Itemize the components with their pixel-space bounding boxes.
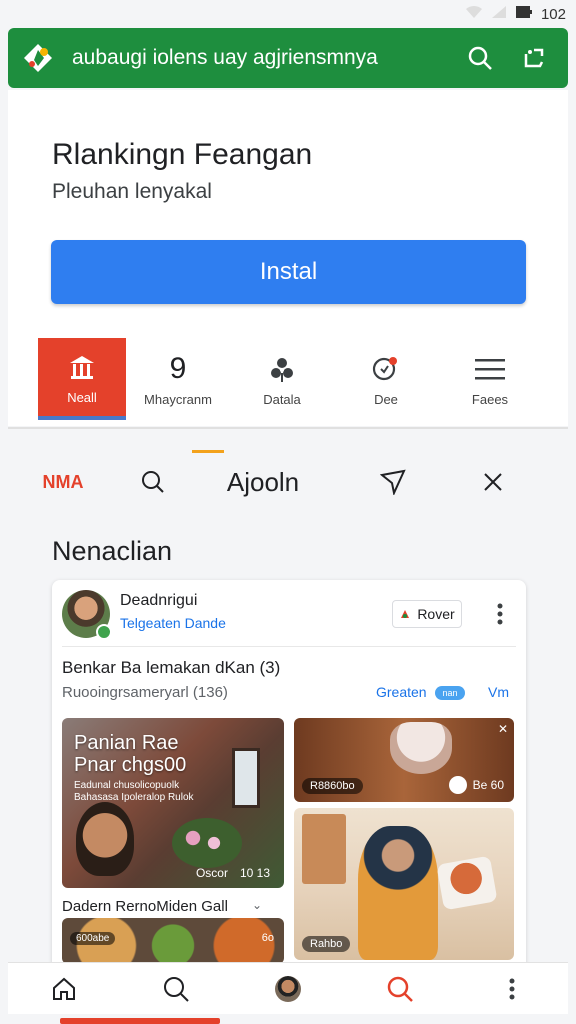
wifi-icon (465, 5, 483, 23)
shortcut-faees[interactable]: Faees (438, 338, 542, 420)
bottom-strip (60, 1018, 220, 1024)
page-subtitle: Pleuhan lenyakal (52, 180, 212, 203)
status-bar: 102 (0, 0, 576, 28)
section-title: Nenaclian (52, 536, 173, 566)
image-overlay-title: Panian Rae Pnar chgs00 (74, 732, 187, 776)
post-more-link[interactable]: Vm (488, 684, 509, 700)
image-pill: 600abe (70, 932, 116, 945)
image-footer: Oscor 10 13 (195, 866, 270, 880)
person-face (76, 802, 134, 876)
hero-panel: Rlankingn Feangan Pleuhan lenyakal Insta… (8, 90, 568, 426)
status-time: 102 (540, 5, 566, 23)
search-icon (164, 976, 189, 1002)
home-icon (53, 977, 75, 1000)
post-subtitle: Ruooingrsameryarl (136) (62, 684, 228, 701)
install-button[interactable]: Instal (51, 240, 526, 304)
share-button[interactable] (512, 36, 556, 80)
window-shape (232, 748, 260, 808)
image-counter: 6o (261, 932, 274, 944)
store-icon (68, 350, 96, 384)
chat-bubble-icon (371, 352, 401, 386)
more-vertical-icon (497, 603, 503, 625)
tab-close[interactable] (448, 450, 538, 514)
image-counter: Be 60 (448, 776, 504, 794)
nav-home[interactable] (34, 965, 94, 1013)
search-button[interactable] (458, 36, 502, 80)
shortcut-neall[interactable]: Neall (38, 338, 126, 420)
post-image-house[interactable]: Panian Rae Pnar chgs00 Eadunal chusolico… (62, 718, 284, 888)
verified-badge-icon (96, 624, 112, 640)
image-pill: Rahbo (302, 936, 351, 952)
flowers-shape (172, 818, 242, 868)
tab-search[interactable] (118, 450, 188, 514)
image-overlay-text: Eadunal chusolicopuolk Bahasasa Ipoleral… (74, 780, 194, 803)
image-pill: R8860bo (302, 778, 363, 794)
nav-more[interactable] (482, 965, 542, 1013)
close-icon (484, 473, 502, 491)
number-icon: 9 (169, 351, 187, 385)
section-divider (8, 427, 568, 429)
shortcut-label: Mhaycranm (144, 391, 212, 407)
signal-icon (491, 5, 507, 23)
shortcut-label: Faees (471, 391, 509, 407)
app-title: aubaugi iolens uay agjriensmnya (72, 46, 378, 69)
app-bar: aubaugi iolens uay agjriensmnya (8, 28, 568, 88)
fan-icon (268, 352, 296, 386)
menu-icon (475, 352, 505, 386)
shortcut-dee[interactable]: Dee (334, 338, 438, 420)
follow-label: Rover (417, 606, 455, 622)
author-name[interactable]: Deadnrigui (120, 592, 197, 610)
shelf-shape (302, 814, 346, 884)
more-vertical-icon (509, 978, 515, 999)
nav-profile[interactable] (258, 965, 318, 1013)
post-link[interactable]: Greaten (376, 684, 427, 700)
send-icon (380, 469, 406, 495)
shortcut-mhaycranm[interactable]: 9 Mhaycranm (126, 338, 230, 420)
author-subtitle[interactable]: Telgeaten Dande (120, 615, 226, 631)
more-options-button[interactable] (490, 600, 510, 628)
tab-nma[interactable]: NMA (8, 450, 118, 514)
shortcut-datala[interactable]: Datala (230, 338, 334, 420)
follow-button[interactable]: Rover (392, 600, 462, 628)
shortcut-label: Dee (374, 391, 398, 407)
person-figure (358, 826, 438, 960)
tab-bar: NMA Ajooln (8, 450, 568, 514)
shortcut-label: Datala (263, 391, 301, 407)
tab-send[interactable] (338, 450, 448, 514)
tab-ajooln[interactable]: Ajooln (188, 450, 338, 514)
page-title: Rlankingn Feangan (52, 138, 313, 171)
search-icon (468, 46, 492, 70)
post-image-food[interactable]: 600abe 6o (62, 918, 284, 964)
nav-search[interactable] (146, 965, 206, 1013)
card-divider (62, 646, 516, 647)
battery-icon (515, 4, 533, 24)
dessert-cup (390, 722, 452, 774)
shortcut-label: Neall (67, 389, 97, 405)
share-icon (524, 48, 544, 68)
chevron-down-icon[interactable]: ⌄ (252, 898, 262, 912)
post-image-dessert[interactable]: ✕ R8860bo Be 60 (294, 718, 514, 802)
post-tag: nan (435, 686, 465, 700)
post-image-woman[interactable]: Rahbo (294, 808, 514, 960)
search-icon (142, 471, 164, 493)
post-title: Benkar Ba lemakan dKan (3) (62, 658, 281, 677)
bowl-shape (436, 855, 498, 911)
app-logo-icon[interactable] (20, 40, 56, 76)
plus-icon (401, 610, 410, 618)
record-icon (448, 776, 467, 794)
search-active-icon (387, 976, 413, 1002)
bottom-navigation (8, 962, 568, 1014)
post-card[interactable]: Deadnrigui Telgeaten Dande Rover Benkar … (52, 580, 526, 972)
avatar (275, 975, 301, 1002)
close-icon[interactable]: ✕ (498, 722, 508, 736)
shortcut-row: Neall 9 Mhaycranm Datala Dee Faees (38, 338, 558, 420)
image-caption: Dadern RernoMiden Gall (62, 898, 228, 915)
nav-search-active[interactable] (370, 965, 430, 1013)
